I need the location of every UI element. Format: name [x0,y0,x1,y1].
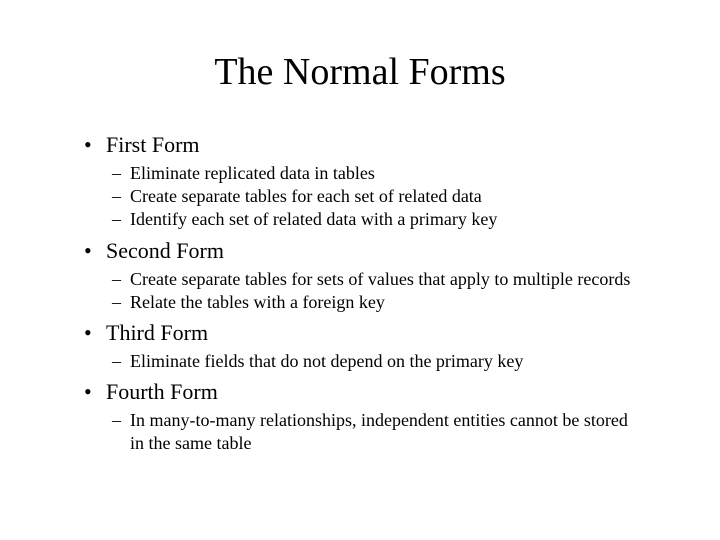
list-item: – Eliminate replicated data in tables [110,162,640,185]
bullet-icon: • [80,377,106,407]
section-fourth-form: • Fourth Form – In many-to-many relation… [80,377,640,455]
list-item: – Create separate tables for each set of… [110,185,640,208]
bullet-icon: • [80,130,106,160]
item-text: In many-to-many relationships, independe… [130,409,640,456]
dash-icon: – [110,291,130,314]
section-second-form: • Second Form – Create separate tables f… [80,236,640,314]
list-item: – Identify each set of related data with… [110,208,640,231]
section-heading: Fourth Form [106,377,218,407]
dash-icon: – [110,162,130,185]
slide-title: The Normal Forms [80,50,640,94]
dash-icon: – [110,208,130,231]
item-text: Relate the tables with a foreign key [130,291,640,314]
outline-list: • First Form – Eliminate replicated data… [80,130,640,456]
dash-icon: – [110,185,130,208]
dash-icon: – [110,268,130,291]
dash-icon: – [110,409,130,432]
list-item: – Eliminate fields that do not depend on… [110,350,640,373]
item-text: Create separate tables for each set of r… [130,185,640,208]
section-first-form: • First Form – Eliminate replicated data… [80,130,640,232]
section-third-form: • Third Form – Eliminate fields that do … [80,318,640,373]
section-heading: First Form [106,130,200,160]
item-text: Eliminate fields that do not depend on t… [130,350,640,373]
item-text: Identify each set of related data with a… [130,208,640,231]
list-item: – In many-to-many relationships, indepen… [110,409,640,456]
item-text: Create separate tables for sets of value… [130,268,640,291]
section-heading: Second Form [106,236,224,266]
section-heading: Third Form [106,318,208,348]
bullet-icon: • [80,318,106,348]
bullet-icon: • [80,236,106,266]
list-item: – Relate the tables with a foreign key [110,291,640,314]
list-item: – Create separate tables for sets of val… [110,268,640,291]
item-text: Eliminate replicated data in tables [130,162,640,185]
dash-icon: – [110,350,130,373]
